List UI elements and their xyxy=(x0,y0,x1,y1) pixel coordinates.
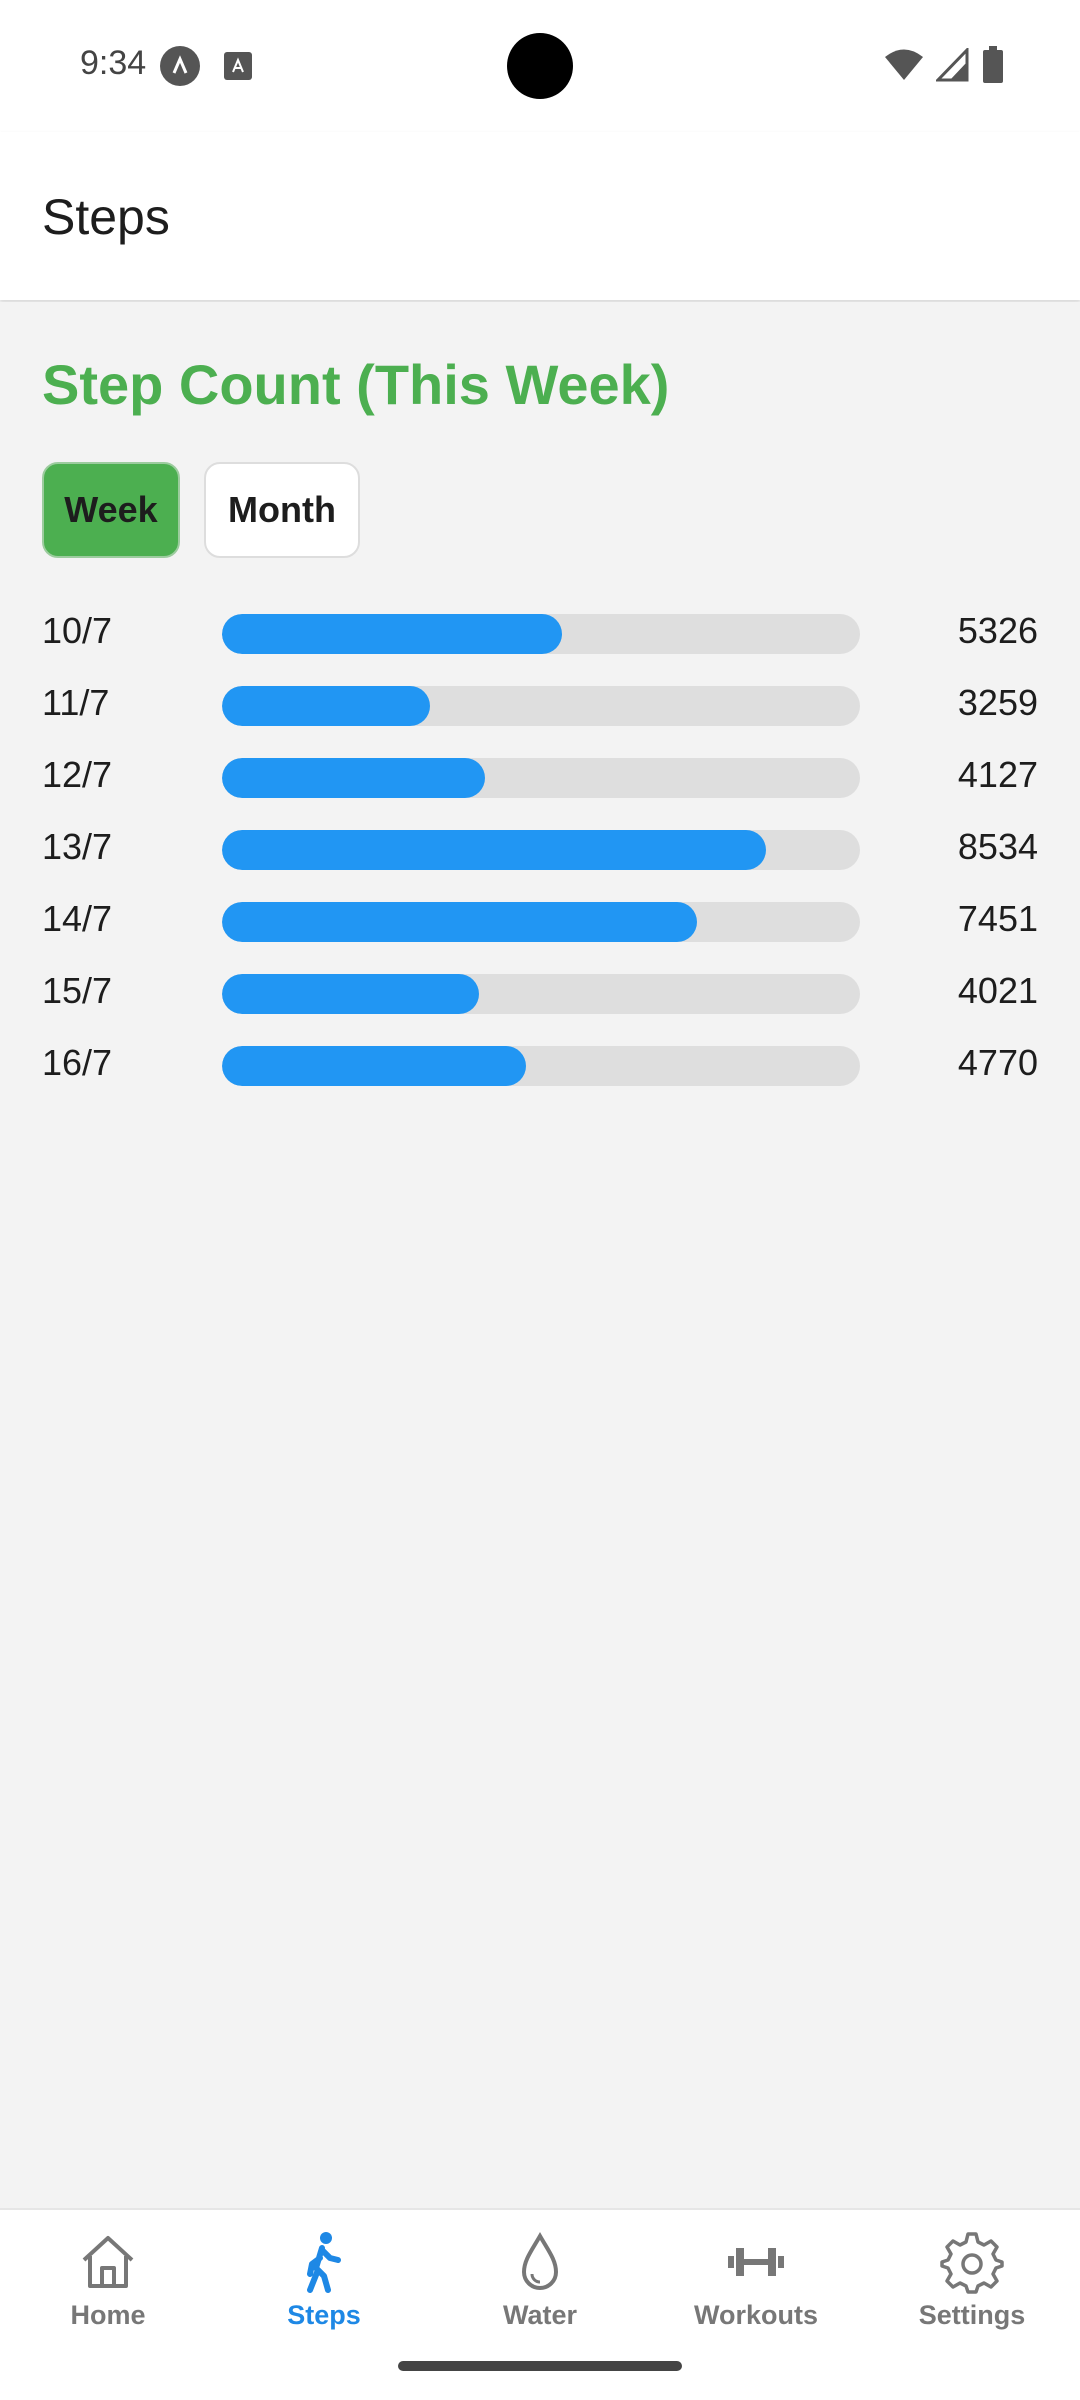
step-row: 15/7 4021 xyxy=(0,964,1080,1024)
step-row: 14/7 7451 xyxy=(0,892,1080,952)
bottom-navigation: Home Steps Water Workouts Settings xyxy=(0,2208,1080,2400)
nav-label: Settings xyxy=(918,2300,1026,2330)
week-button[interactable]: Week xyxy=(42,462,180,558)
status-bar: 9:34 xyxy=(0,0,1080,132)
row-steps: 4770 xyxy=(957,1042,1038,1083)
page-title: Steps xyxy=(42,189,170,245)
row-steps: 4021 xyxy=(957,970,1038,1011)
nav-home[interactable]: Home xyxy=(0,2210,216,2360)
nav-label: Workouts xyxy=(693,2300,818,2330)
nav-water[interactable]: Water xyxy=(432,2210,648,2360)
row-steps: 4127 xyxy=(957,754,1038,795)
progress-track xyxy=(222,974,860,1014)
camera-cutout xyxy=(507,33,573,99)
cellular-signal-icon xyxy=(936,48,969,82)
nav-settings[interactable]: Settings xyxy=(864,2210,1080,2360)
progress-fill xyxy=(222,830,767,870)
row-steps: 3259 xyxy=(957,682,1038,723)
step-row: 12/7 4127 xyxy=(0,748,1080,808)
nav-label: Home xyxy=(70,2300,146,2330)
status-indicators xyxy=(884,46,1004,84)
dumbbell-icon xyxy=(728,2248,784,2276)
nav-workouts[interactable]: Workouts xyxy=(648,2210,864,2360)
row-steps: 5326 xyxy=(957,610,1038,651)
section-title: Step Count (This Week) xyxy=(42,353,670,416)
row-steps: 8534 xyxy=(957,826,1038,867)
progress-track xyxy=(222,1046,860,1086)
row-date: 13/7 xyxy=(42,826,113,867)
wifi-icon xyxy=(885,49,923,80)
step-row: 16/7 4770 xyxy=(0,1036,1080,1096)
progress-fill xyxy=(222,614,562,654)
nav-label: Water xyxy=(502,2300,577,2330)
battery-icon xyxy=(983,46,1003,83)
keyboard-notification-icon xyxy=(224,52,252,80)
row-date: 10/7 xyxy=(42,610,113,651)
steps-content: Step Count (This Week) Week Month 10/7 5… xyxy=(0,302,1080,2208)
month-button[interactable]: Month xyxy=(204,462,360,558)
progress-track xyxy=(222,830,860,870)
step-row: 10/7 5326 xyxy=(0,604,1080,664)
progress-fill xyxy=(222,902,698,942)
row-date: 14/7 xyxy=(42,898,113,939)
status-time: 9:34 xyxy=(80,44,147,82)
gesture-home-indicator[interactable] xyxy=(398,2361,682,2371)
row-date: 15/7 xyxy=(42,970,113,1011)
step-row: 13/7 8534 xyxy=(0,820,1080,880)
row-date: 16/7 xyxy=(42,1042,113,1083)
progress-fill xyxy=(222,1046,527,1086)
row-date: 12/7 xyxy=(42,754,113,795)
progress-fill xyxy=(222,758,486,798)
row-date: 11/7 xyxy=(42,682,110,723)
progress-track xyxy=(222,686,860,726)
home-icon xyxy=(82,2236,134,2288)
progress-fill xyxy=(222,974,479,1014)
progress-fill xyxy=(222,686,430,726)
water-drop-icon xyxy=(521,2231,559,2290)
progress-track xyxy=(222,614,860,654)
progress-track xyxy=(222,902,860,942)
progress-track xyxy=(222,758,860,798)
gear-icon xyxy=(940,2232,1004,2294)
step-row: 11/7 3259 xyxy=(0,676,1080,736)
nav-steps[interactable]: Steps xyxy=(216,2210,432,2360)
walking-icon xyxy=(307,2232,341,2293)
nav-label: Steps xyxy=(287,2300,361,2330)
period-toggle: Week Month xyxy=(42,462,360,558)
app-bar: Steps xyxy=(0,132,1080,300)
row-steps: 7451 xyxy=(957,898,1038,939)
app-notification-icon xyxy=(160,46,200,86)
